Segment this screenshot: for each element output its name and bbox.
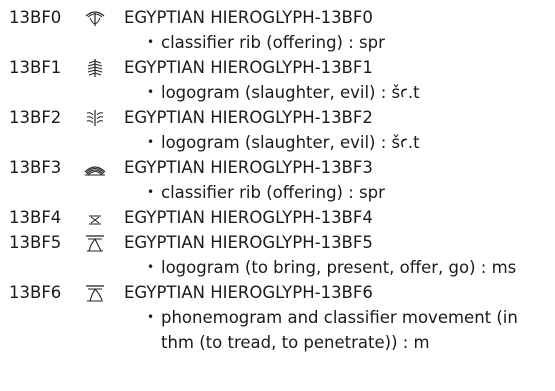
annotation-text: logogram (slaughter, evil) : šꜥ.t — [161, 83, 420, 102]
small-crossed-hieroglyph-icon — [84, 208, 106, 228]
character-name: EGYPTIAN HIEROGLYPH-13BF6 — [124, 283, 373, 302]
bullet-icon: • — [147, 135, 155, 149]
character-name: EGYPTIAN HIEROGLYPH-13BF5 — [124, 233, 373, 252]
rib-flat-hieroglyph-icon — [84, 158, 106, 178]
walking-legs-table-hieroglyph-icon — [84, 233, 106, 253]
character-name: EGYPTIAN HIEROGLYPH-13BF0 — [124, 8, 373, 27]
annotation-text: logogram (to bring, present, offer, go) … — [161, 258, 517, 277]
code-point: 13BF0 — [9, 8, 62, 27]
bullet-icon: • — [147, 185, 155, 199]
code-chart-page: 13BF0 EGYPTIAN HIEROGLYPH-13BF0 • classi… — [0, 0, 555, 391]
slaughter-hieroglyph-icon — [84, 58, 106, 78]
entry-header: 13BF1 EGYPTIAN HIEROGLYPH-13BF1 — [0, 55, 555, 80]
character-name: EGYPTIAN HIEROGLYPH-13BF3 — [124, 158, 373, 177]
entry-header: 13BF3 EGYPTIAN HIEROGLYPH-13BF3 — [0, 155, 555, 180]
code-point: 13BF2 — [9, 108, 62, 127]
entry-header: 13BF5 EGYPTIAN HIEROGLYPH-13BF5 — [0, 230, 555, 255]
bullet-icon: • — [147, 35, 155, 49]
rib-offering-hieroglyph-icon — [84, 8, 106, 28]
annotation: • logogram (slaughter, evil) : šꜥ.t — [0, 130, 555, 155]
entry-13BF2: 13BF2 EGYPTIAN HIEROGLYPH-13BF2 • logogr… — [0, 105, 555, 155]
entry-13BF0: 13BF0 EGYPTIAN HIEROGLYPH-13BF0 • classi… — [0, 5, 555, 55]
entry-13BF3: 13BF3 EGYPTIAN HIEROGLYPH-13BF3 • classi… — [0, 155, 555, 205]
walking-legs-table-variant-hieroglyph-icon — [84, 283, 106, 303]
code-point: 13BF4 — [9, 208, 62, 227]
annotation: • phonemogram and classifier movement (i… — [0, 305, 555, 355]
annotation-text: phonemogram and classifier movement (in … — [161, 308, 518, 352]
character-name: EGYPTIAN HIEROGLYPH-13BF1 — [124, 58, 373, 77]
annotation: • classifier rib (offering) : spr — [0, 30, 555, 55]
annotation: • classifier rib (offering) : spr — [0, 180, 555, 205]
character-name: EGYPTIAN HIEROGLYPH-13BF2 — [124, 108, 373, 127]
annotation-text: classifier rib (offering) : spr — [161, 33, 385, 52]
bullet-icon: • — [147, 310, 155, 324]
slaughter-variant-hieroglyph-icon — [84, 108, 106, 128]
entry-header: 13BF6 EGYPTIAN HIEROGLYPH-13BF6 — [0, 280, 555, 305]
entry-13BF5: 13BF5 EGYPTIAN HIEROGLYPH-13BF5 • logogr… — [0, 230, 555, 280]
bullet-icon: • — [147, 85, 155, 99]
annotation: • logogram (slaughter, evil) : šꜥ.t — [0, 80, 555, 105]
character-name: EGYPTIAN HIEROGLYPH-13BF4 — [124, 208, 373, 227]
entry-header: 13BF2 EGYPTIAN HIEROGLYPH-13BF2 — [0, 105, 555, 130]
entry-13BF1: 13BF1 EGYPTIAN HIEROGLYPH-13BF1 • logogr… — [0, 55, 555, 105]
code-point: 13BF1 — [9, 58, 62, 77]
annotation-text: classifier rib (offering) : spr — [161, 183, 385, 202]
entry-header: 13BF4 EGYPTIAN HIEROGLYPH-13BF4 — [0, 205, 555, 230]
code-point: 13BF5 — [9, 233, 62, 252]
annotation: • logogram (to bring, present, offer, go… — [0, 255, 555, 280]
entry-13BF4: 13BF4 EGYPTIAN HIEROGLYPH-13BF4 — [0, 205, 555, 230]
entry-header: 13BF0 EGYPTIAN HIEROGLYPH-13BF0 — [0, 5, 555, 30]
code-point: 13BF6 — [9, 283, 62, 302]
code-point: 13BF3 — [9, 158, 62, 177]
annotation-text: logogram (slaughter, evil) : šꜥ.t — [161, 133, 420, 152]
entry-13BF6: 13BF6 EGYPTIAN HIEROGLYPH-13BF6 • phonem… — [0, 280, 555, 355]
bullet-icon: • — [147, 260, 155, 274]
